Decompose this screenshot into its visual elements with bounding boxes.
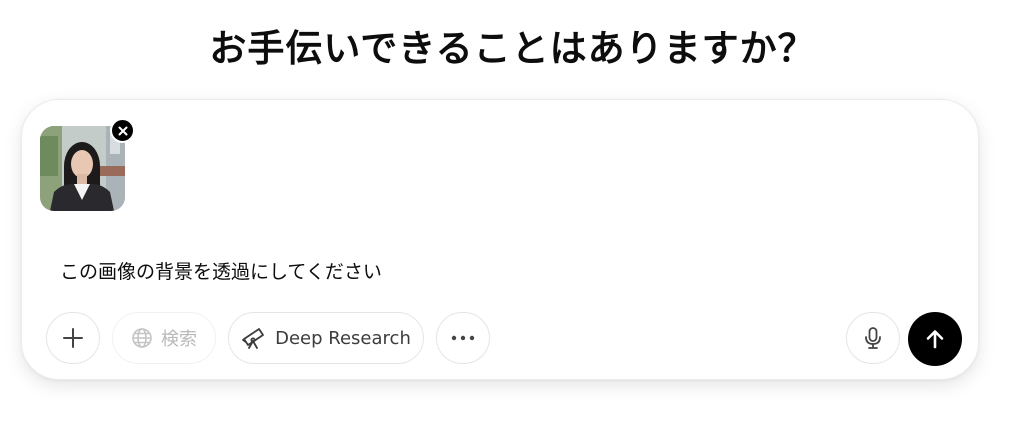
add-button[interactable]	[46, 312, 100, 364]
voice-input-button[interactable]	[846, 312, 900, 364]
search-button[interactable]: 検索	[112, 312, 216, 364]
image-attachment[interactable]	[40, 118, 135, 211]
plus-icon	[63, 328, 83, 348]
more-options-button[interactable]	[436, 312, 490, 364]
globe-icon	[132, 328, 152, 348]
telescope-icon	[242, 328, 265, 349]
deep-research-button-label: Deep Research	[275, 327, 411, 349]
prompt-input[interactable]: この画像の背景を透過にしてください	[60, 257, 382, 284]
remove-attachment-button[interactable]	[110, 118, 135, 143]
arrow-up-icon	[926, 330, 944, 349]
composer: この画像の背景を透過にしてください 検索 Deep Research	[21, 99, 979, 380]
search-button-label: 検索	[161, 329, 197, 350]
page-title: お手伝いできることはありますか？	[209, 27, 816, 70]
close-icon	[118, 126, 127, 135]
microphone-icon	[865, 327, 881, 349]
send-button[interactable]	[908, 312, 962, 366]
more-horizontal-icon	[451, 335, 475, 341]
composer-toolbar: 検索 Deep Research	[46, 312, 962, 366]
deep-research-button[interactable]: Deep Research	[228, 312, 424, 364]
